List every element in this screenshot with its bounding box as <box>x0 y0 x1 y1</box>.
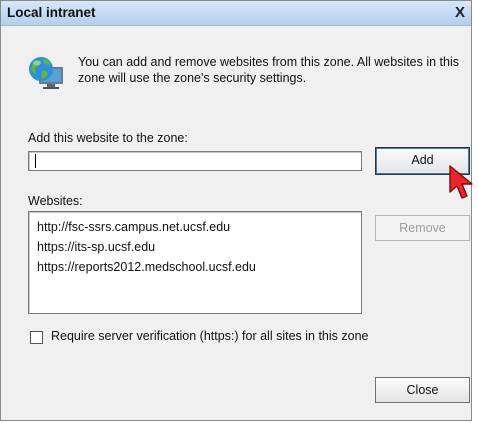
intro-text: You can add and remove websites from thi… <box>78 55 459 85</box>
mouse-pointer-icon <box>449 165 473 199</box>
remove-button[interactable]: Remove <box>375 215 470 241</box>
close-icon[interactable]: X <box>452 5 468 21</box>
list-item[interactable]: https://reports2012.medschool.ucsf.edu <box>37 257 361 277</box>
close-button[interactable]: Close <box>375 377 470 403</box>
globe-computer-icon <box>29 57 63 89</box>
websites-label: Websites: <box>28 194 83 208</box>
require-verification-checkbox[interactable] <box>30 331 43 344</box>
website-input[interactable] <box>28 151 362 171</box>
websites-listbox[interactable]: http://fsc-ssrs.campus.net.ucsf.edu http… <box>28 211 362 314</box>
add-website-label: Add this website to the zone: <box>28 131 188 145</box>
list-item[interactable]: http://fsc-ssrs.campus.net.ucsf.edu <box>37 217 361 237</box>
require-verification-label[interactable]: Require server verification (https:) for… <box>51 329 369 343</box>
title-bar[interactable]: Local intranet X <box>1 1 471 26</box>
dialog-title: Local intranet <box>7 5 96 20</box>
list-item[interactable]: https://its-sp.ucsf.edu <box>37 237 361 257</box>
local-intranet-dialog: Local intranet X You can add and remove … <box>0 0 472 421</box>
text-caret <box>35 154 36 168</box>
